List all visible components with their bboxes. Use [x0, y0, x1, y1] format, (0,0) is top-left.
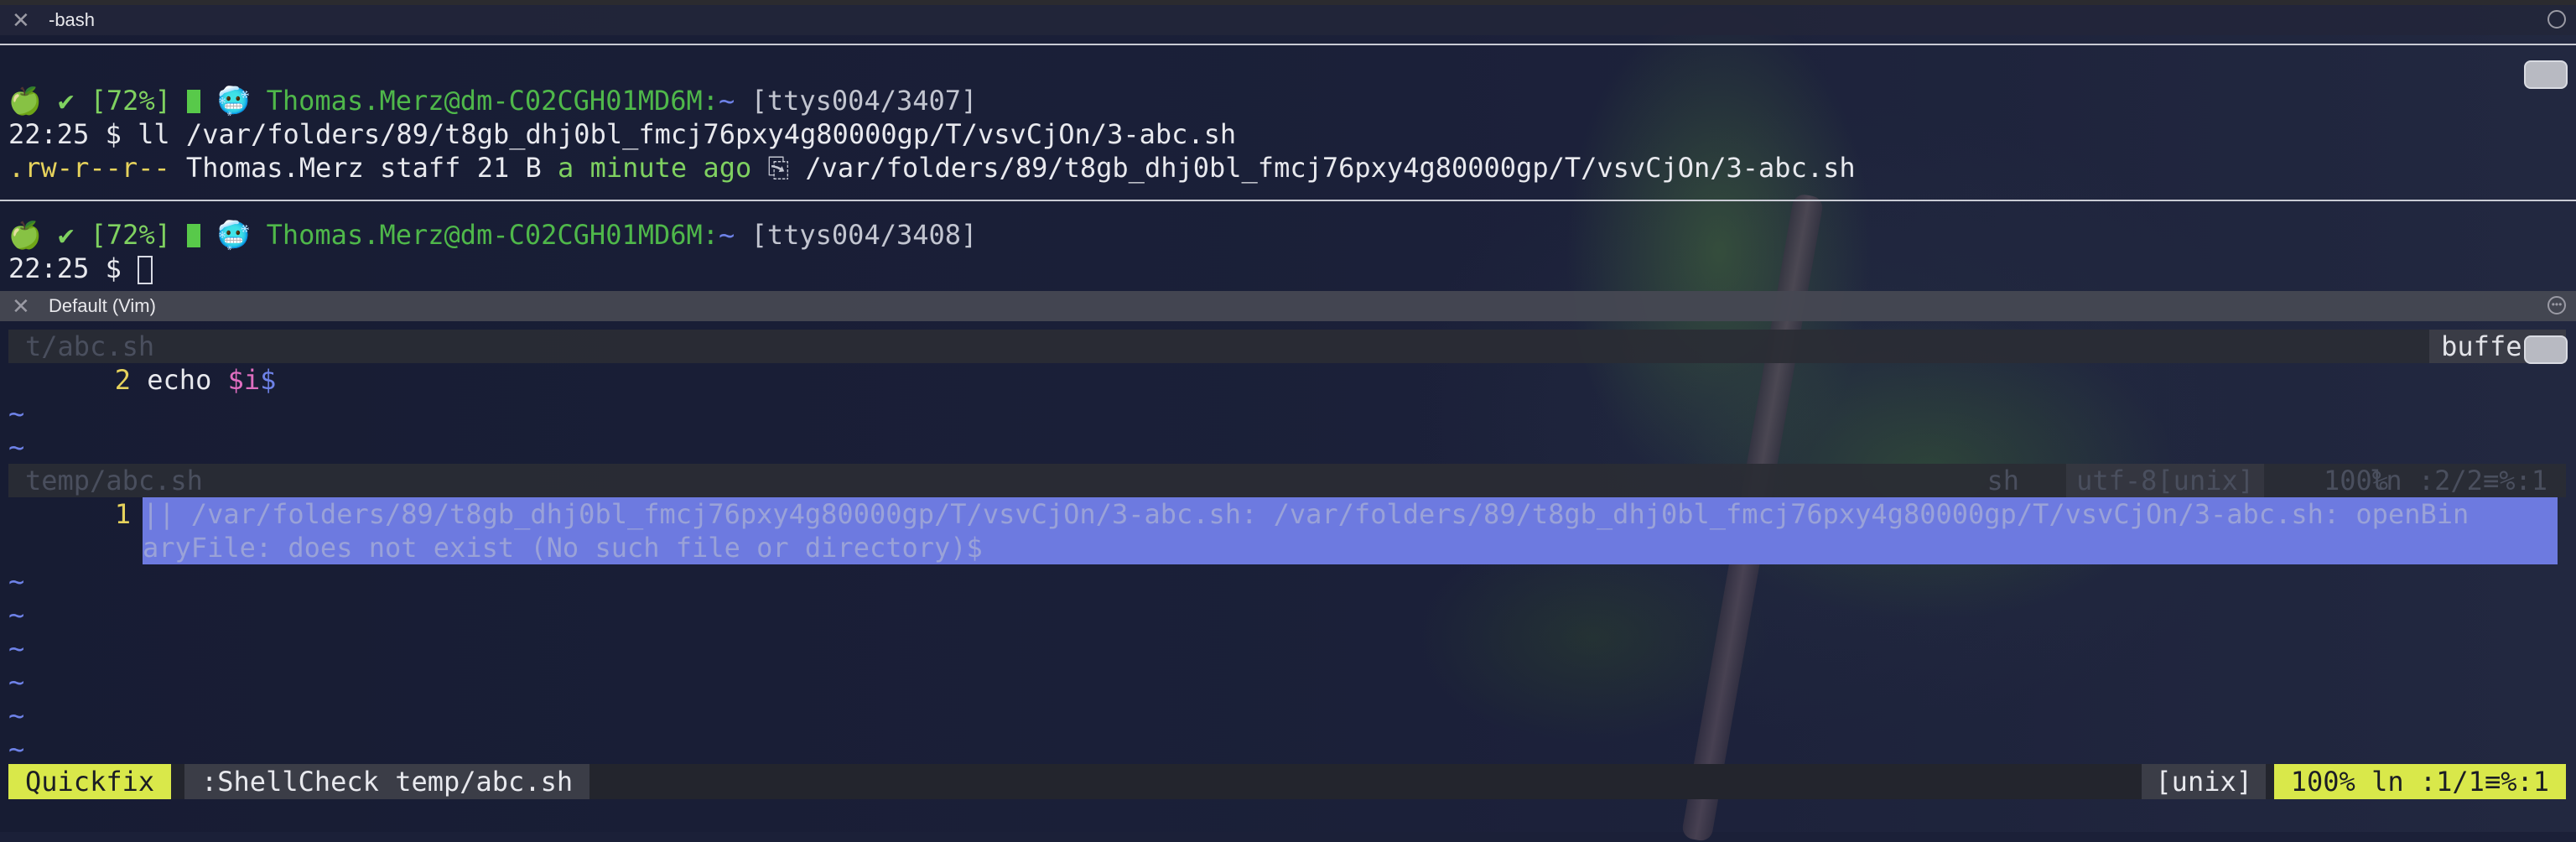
file-modified: a minute ago: [558, 152, 752, 184]
file-group: staff: [380, 152, 461, 184]
file-owner: Thomas.Merz: [185, 152, 364, 184]
prompt-time: 22:25: [8, 252, 90, 284]
close-icon[interactable]: ✕: [12, 291, 30, 321]
tty: [ttys004/3408]: [750, 219, 978, 251]
vim-statusline: Quickfix :ShellCheck temp/abc.sh [unix] …: [8, 764, 2566, 799]
tilde-line: ~: [8, 699, 25, 731]
cwd: ~: [719, 85, 735, 117]
tilde-line: ~: [8, 599, 25, 631]
mode-indicator: Quickfix: [8, 764, 172, 799]
listing-line: .rw-r--r-- Thomas.Merz staff 21 B a minu…: [8, 151, 1856, 185]
command-line[interactable]: 22:25 $: [8, 252, 153, 285]
text-cursor: [138, 256, 153, 284]
tilde-line: ~: [8, 398, 25, 429]
window-statusline: temp/abc.sh sh utf-8[unix] 100% ln :2/2≡…: [8, 464, 2566, 497]
file-size: 21 B: [476, 152, 542, 184]
tilde-line: ~: [8, 565, 25, 597]
pane-title: -bash: [49, 9, 96, 30]
tty: [ttys004/3407]: [750, 85, 978, 117]
vim-tabline: t/abc.sh buffers: [8, 330, 2566, 363]
prompt-symbol: $: [105, 118, 122, 150]
divider: [0, 200, 2576, 201]
quickfix-message-line1: || /var/folders/89/t8gb_dhj0bl_fmcj76pxy…: [143, 498, 2470, 530]
encoding: utf-8[unix]: [2066, 464, 2264, 497]
command-text: ll /var/folders/89/t8gb_dhj0bl_fmcj76pxy…: [138, 118, 1237, 150]
code-keyword: echo: [147, 364, 212, 396]
prompt-line: 🍏 ✔ [72%] 🥶 Thomas.Merz@dm-C02CGH01MD6M:…: [8, 218, 977, 252]
prompt-icons: 🍏 ✔: [8, 219, 75, 251]
prompt-line: 🍏 ✔ [72%] 🥶 Thomas.Merz@dm-C02CGH01MD6M:…: [8, 84, 977, 117]
pane-title: Default (Vim): [49, 295, 156, 316]
last-command: :ShellCheck temp/abc.sh: [184, 764, 590, 799]
battery-status: [72%]: [90, 219, 171, 251]
robot-icon: 🥶: [216, 85, 251, 117]
prompt-symbol: $: [105, 252, 122, 284]
line-column: ln :1/1≡%:1: [2371, 766, 2549, 798]
code-line: 2 echo $i$: [8, 363, 277, 397]
robot-icon: 🥶: [216, 219, 251, 251]
cwd: ~: [719, 219, 735, 251]
scroll-handle[interactable]: [2524, 335, 2568, 364]
file-format: [unix]: [2142, 764, 2266, 799]
quickfix-message-line2: aryFile: does not exist (No such file or…: [143, 532, 983, 564]
buffer-tab[interactable]: t/abc.sh: [25, 330, 154, 363]
divider: [0, 44, 2576, 45]
tilde-line: ~: [8, 632, 25, 664]
tilde-line: ~: [8, 666, 25, 698]
file-path: /var/folders/89/t8gb_dhj0bl_fmcj76pxy4g8…: [805, 152, 1856, 184]
tilde-line: ~: [8, 431, 25, 463]
line-number: 2: [114, 364, 131, 396]
cursor-position: 100% ln :1/1≡%:1: [2273, 764, 2566, 799]
scroll-handle[interactable]: [2524, 60, 2568, 89]
code-variable: $i: [227, 364, 261, 396]
user-host: Thomas.Merz@dm-C02CGH01MD6M:: [266, 219, 719, 251]
prompt-time: 22:25: [8, 118, 90, 150]
more-options-icon[interactable]: [2547, 10, 2566, 29]
block-icon: [187, 224, 201, 247]
user-host: Thomas.Merz@dm-C02CGH01MD6M:: [266, 85, 719, 117]
cursor-position: ln :2/2≡%:1: [2370, 465, 2547, 496]
block-icon: [187, 90, 201, 113]
command-line: 22:25 $ ll /var/folders/89/t8gb_dhj0bl_f…: [8, 117, 1236, 151]
line-number: 1: [114, 498, 131, 530]
scroll-percent: 100%: [2290, 766, 2355, 798]
tilde-line: ~: [8, 733, 25, 765]
close-icon[interactable]: ✕: [12, 5, 30, 35]
filetype: sh: [1987, 465, 2019, 496]
file-icon: ⎘: [767, 152, 790, 184]
eol-marker: $: [260, 364, 277, 396]
pane-titlebar-vim: ✕ Default (Vim) •••: [0, 291, 2576, 321]
more-options-icon[interactable]: •••: [2547, 296, 2566, 314]
file-permissions: .rw-r--r--: [8, 152, 170, 184]
quickfix-file-name: temp/abc.sh: [25, 465, 203, 496]
battery-status: [72%]: [90, 85, 171, 117]
pane-titlebar-bash: ✕ -bash: [0, 5, 2576, 35]
prompt-icons: 🍏 ✔: [8, 85, 75, 117]
